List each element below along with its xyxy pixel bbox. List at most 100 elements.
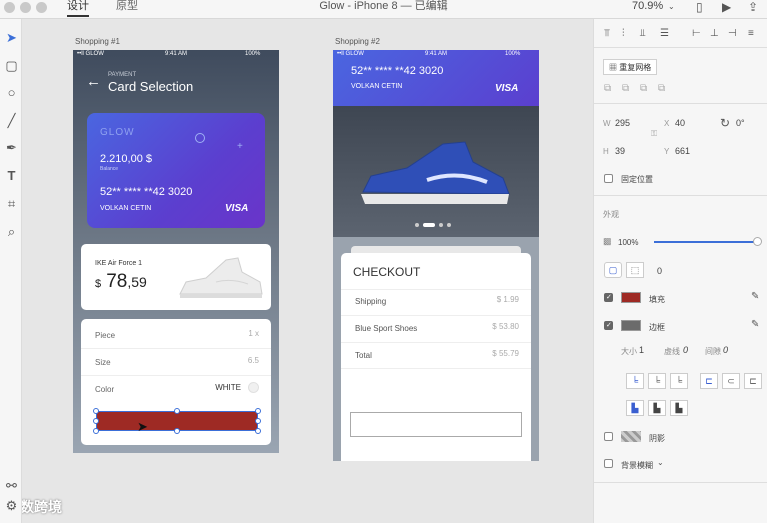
play-icon[interactable]: ▶ bbox=[722, 0, 731, 14]
height-field[interactable]: 39 bbox=[615, 146, 625, 156]
lock-aspect-icon[interactable]: ⚿ bbox=[651, 129, 657, 139]
chevron-down-icon[interactable]: ⌄ bbox=[668, 2, 675, 11]
checkout-row-value: $ 53.80 bbox=[492, 322, 519, 331]
ellipse-tool-icon[interactable]: ○ bbox=[5, 86, 18, 100]
rotate-icon[interactable]: ↻ bbox=[720, 116, 730, 130]
opacity-slider-handle[interactable] bbox=[753, 237, 762, 246]
pen-tool-icon[interactable]: ✒ bbox=[5, 141, 18, 155]
fill-label: 填充 bbox=[649, 295, 665, 304]
shadow-checkbox[interactable] bbox=[604, 432, 613, 441]
resize-handle[interactable] bbox=[174, 428, 180, 434]
distribute-vertical-icon[interactable]: ☰ bbox=[660, 28, 669, 39]
boolean-add-icon[interactable]: ⧉ bbox=[604, 83, 611, 94]
checkout-button-placeholder[interactable] bbox=[350, 412, 522, 437]
carousel-dot[interactable] bbox=[439, 223, 443, 227]
assets-icon[interactable]: ⚯ bbox=[5, 479, 18, 493]
width-field[interactable]: 295 bbox=[615, 118, 630, 128]
back-arrow-icon[interactable]: ← bbox=[86, 73, 101, 90]
resize-handle[interactable] bbox=[93, 428, 99, 434]
fix-position-checkbox[interactable] bbox=[604, 174, 613, 183]
corner-radius-uniform-icon[interactable]: ▢ bbox=[604, 262, 622, 278]
align-middle-icon[interactable]: ⫶ bbox=[622, 28, 625, 39]
border-checkbox[interactable] bbox=[604, 321, 613, 330]
layers-icon[interactable]: ⚙ bbox=[5, 499, 18, 513]
gap-field[interactable]: 0 bbox=[723, 345, 728, 355]
resize-handle[interactable] bbox=[93, 418, 99, 424]
opacity-value[interactable]: 100% bbox=[618, 238, 638, 247]
product-card[interactable]: IKE Air Force 1 $ 78,59 bbox=[81, 244, 271, 310]
chevron-down-icon[interactable]: ⌄ bbox=[657, 458, 664, 467]
background-blur-checkbox[interactable] bbox=[604, 459, 613, 468]
page-title: Card Selection bbox=[108, 79, 194, 94]
appearance-section-title: 外观 bbox=[603, 210, 619, 219]
artboard-tool-icon[interactable]: ⌗ bbox=[5, 197, 18, 211]
artboard-shopping-1[interactable]: ••ll GLOW 9:41 AM 100% ← PAYMENT Card Se… bbox=[73, 50, 279, 453]
text-tool-icon[interactable]: T bbox=[5, 169, 18, 183]
stroke-outside-icon[interactable]: ╘ bbox=[670, 373, 688, 389]
corner-radius-individual-icon[interactable]: ⬚ bbox=[626, 262, 644, 278]
align-bottom-icon[interactable]: ⫫ bbox=[640, 28, 646, 39]
line-tool-icon[interactable]: ╱ bbox=[5, 114, 18, 128]
dash-field[interactable]: 0 bbox=[683, 345, 688, 355]
stroke-cap-butt-icon[interactable]: ⊏ bbox=[700, 373, 718, 389]
resize-handle[interactable] bbox=[174, 408, 180, 414]
zoom-level[interactable]: 70.9% bbox=[632, 0, 663, 12]
artboard-label[interactable]: Shopping #2 bbox=[335, 37, 380, 46]
corner-radius-field[interactable]: 0 bbox=[657, 266, 662, 276]
boolean-exclude-icon[interactable]: ⧉ bbox=[658, 83, 665, 94]
option-value[interactable]: 6.5 bbox=[248, 356, 259, 365]
x-field[interactable]: 40 bbox=[675, 118, 685, 128]
join-round-icon[interactable]: ▙ bbox=[648, 400, 666, 416]
checkout-row-label: Shipping bbox=[355, 297, 387, 306]
resize-handle[interactable] bbox=[255, 418, 261, 424]
carousel-dot[interactable] bbox=[447, 223, 451, 227]
status-bar: ••ll GLOW 9:41 AM 100% bbox=[73, 50, 279, 59]
resize-handle[interactable] bbox=[255, 408, 261, 414]
align-right-icon[interactable]: ⊣ bbox=[728, 28, 737, 39]
opacity-icon: ▩ bbox=[603, 236, 612, 246]
option-label: Color bbox=[95, 385, 115, 394]
boolean-intersect-icon[interactable]: ⧉ bbox=[640, 83, 647, 94]
checkout-row-value: $ 55.79 bbox=[492, 349, 519, 358]
y-field[interactable]: 661 bbox=[675, 146, 690, 156]
carousel-dot[interactable] bbox=[415, 223, 419, 227]
stroke-cap-round-icon[interactable]: ⊂ bbox=[722, 373, 740, 389]
resize-handle[interactable] bbox=[93, 408, 99, 414]
opacity-slider[interactable] bbox=[654, 241, 758, 243]
eyedropper-icon[interactable]: ✎ bbox=[751, 319, 759, 330]
join-bevel-icon[interactable]: ▙ bbox=[670, 400, 688, 416]
border-color-swatch[interactable] bbox=[621, 320, 641, 331]
device-preview-icon[interactable]: ▯ bbox=[696, 0, 703, 14]
stroke-center-icon[interactable]: ╘ bbox=[648, 373, 666, 389]
fill-color-swatch[interactable] bbox=[621, 292, 641, 303]
stroke-inside-icon[interactable]: ╘ bbox=[626, 373, 644, 389]
join-miter-icon[interactable]: ▙ bbox=[626, 400, 644, 416]
rectangle-tool-icon[interactable]: ▢ bbox=[5, 59, 18, 73]
align-center-icon[interactable]: ⊥ bbox=[710, 28, 719, 39]
option-value[interactable]: 1 x bbox=[248, 329, 259, 338]
share-icon[interactable]: ⇪ bbox=[748, 0, 758, 14]
eyedropper-icon[interactable]: ✎ bbox=[751, 291, 759, 302]
stroke-cap-square-icon[interactable]: ⊏ bbox=[744, 373, 762, 389]
select-tool-icon[interactable]: ➤ bbox=[5, 31, 18, 45]
artboard-shopping-2[interactable]: ••ll GLOW 9:41 AM 100% 52** **** **42 30… bbox=[333, 50, 539, 461]
align-left-icon[interactable]: ⊢ bbox=[692, 28, 701, 39]
fill-checkbox[interactable] bbox=[604, 293, 613, 302]
carousel-dot-active[interactable] bbox=[423, 223, 435, 227]
rotation-field[interactable]: 0° bbox=[736, 118, 745, 128]
zoom-tool-icon[interactable]: ⌕ bbox=[5, 225, 18, 239]
resize-handle[interactable] bbox=[255, 428, 261, 434]
distribute-horizontal-icon[interactable]: ≡ bbox=[748, 28, 754, 39]
shadow-swatch[interactable] bbox=[621, 431, 641, 442]
design-canvas[interactable]: Shopping #1 ••ll GLOW 9:41 AM 100% ← PAY… bbox=[22, 19, 593, 523]
property-inspector: ⫪ ⫶ ⫫ ☰ ⊢ ⊥ ⊣ ≡ ▦ 重复网格 ⧉ ⧉ ⧉ ⧉ W 295 X 4… bbox=[593, 19, 767, 523]
boolean-subtract-icon[interactable]: ⧉ bbox=[622, 83, 629, 94]
align-top-icon[interactable]: ⫪ bbox=[604, 28, 610, 39]
color-swatch[interactable] bbox=[248, 382, 259, 393]
credit-card[interactable]: GLOW 2.210,00 $ Balance 52** **** **42 3… bbox=[87, 113, 265, 228]
repeat-grid-button[interactable]: ▦ 重复网格 bbox=[603, 59, 658, 75]
divider bbox=[341, 315, 531, 316]
option-value[interactable]: WHITE bbox=[215, 383, 241, 392]
artboard-label[interactable]: Shopping #1 bbox=[75, 37, 120, 46]
stroke-size-field[interactable]: 1 bbox=[639, 345, 644, 355]
